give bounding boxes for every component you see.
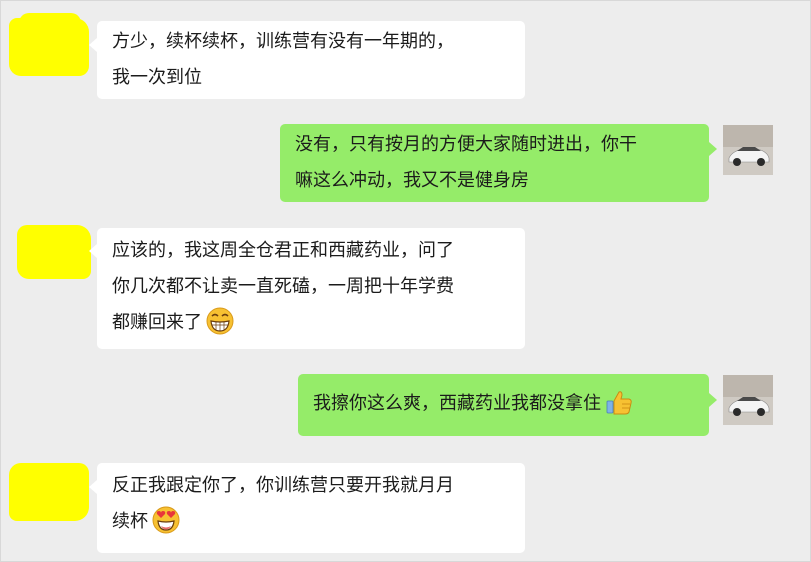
- message-text: 嘛这么冲动，我又不是健身房: [295, 170, 529, 191]
- message-bubble-received[interactable]: 反正我跟定你了，你训练营只要开我就月月 续杯: [97, 463, 525, 553]
- message-text: 应该的，我这周全仓君正和西藏药业，问了: [112, 240, 454, 261]
- heart-eyes-emoji-icon: [152, 506, 180, 534]
- thumbs-up-emoji-icon: [606, 391, 632, 415]
- message-text: 都赚回来了: [112, 312, 202, 333]
- car-avatar-icon: [723, 375, 773, 425]
- grinning-emoji-icon: [206, 307, 234, 335]
- message-text: 没有，只有按月的方便大家随时进出，你干: [295, 134, 637, 155]
- message-bubble-received[interactable]: 方少，续杯续杯，训练营有没有一年期的， 我一次到位: [97, 21, 525, 99]
- message-text: 方少，续杯续杯，训练营有没有一年期的，: [112, 31, 454, 52]
- bubble-tail: [709, 393, 717, 407]
- redacted-avatar: [19, 13, 81, 33]
- user-avatar[interactable]: [723, 375, 773, 425]
- message-text: 我一次到位: [112, 67, 202, 88]
- message-bubble-sent[interactable]: 我擦你这么爽，西藏药业我都没拿住: [298, 374, 709, 436]
- chat-window: 方少，续杯续杯，训练营有没有一年期的， 我一次到位 没有，只有按月的方便大家随时…: [0, 0, 811, 562]
- redacted-avatar: [17, 225, 91, 279]
- message-text: 我擦你这么爽，西藏药业我都没拿住: [313, 393, 601, 414]
- bubble-tail: [709, 142, 717, 156]
- car-avatar-icon: [723, 125, 773, 175]
- redacted-avatar: [9, 463, 89, 521]
- message-text: 反正我跟定你了，你训练营只要开我就月月: [112, 475, 454, 496]
- bubble-tail: [89, 480, 97, 494]
- message-text: 你几次都不让卖一直死磕，一周把十年学费: [112, 276, 454, 297]
- message-text: 续杯: [112, 511, 148, 532]
- user-avatar[interactable]: [723, 125, 773, 175]
- bubble-tail: [89, 244, 97, 258]
- bubble-tail: [89, 38, 97, 52]
- message-bubble-received[interactable]: 应该的，我这周全仓君正和西藏药业，问了 你几次都不让卖一直死磕，一周把十年学费 …: [97, 228, 525, 349]
- message-bubble-sent[interactable]: 没有，只有按月的方便大家随时进出，你干 嘛这么冲动，我又不是健身房: [280, 124, 709, 202]
